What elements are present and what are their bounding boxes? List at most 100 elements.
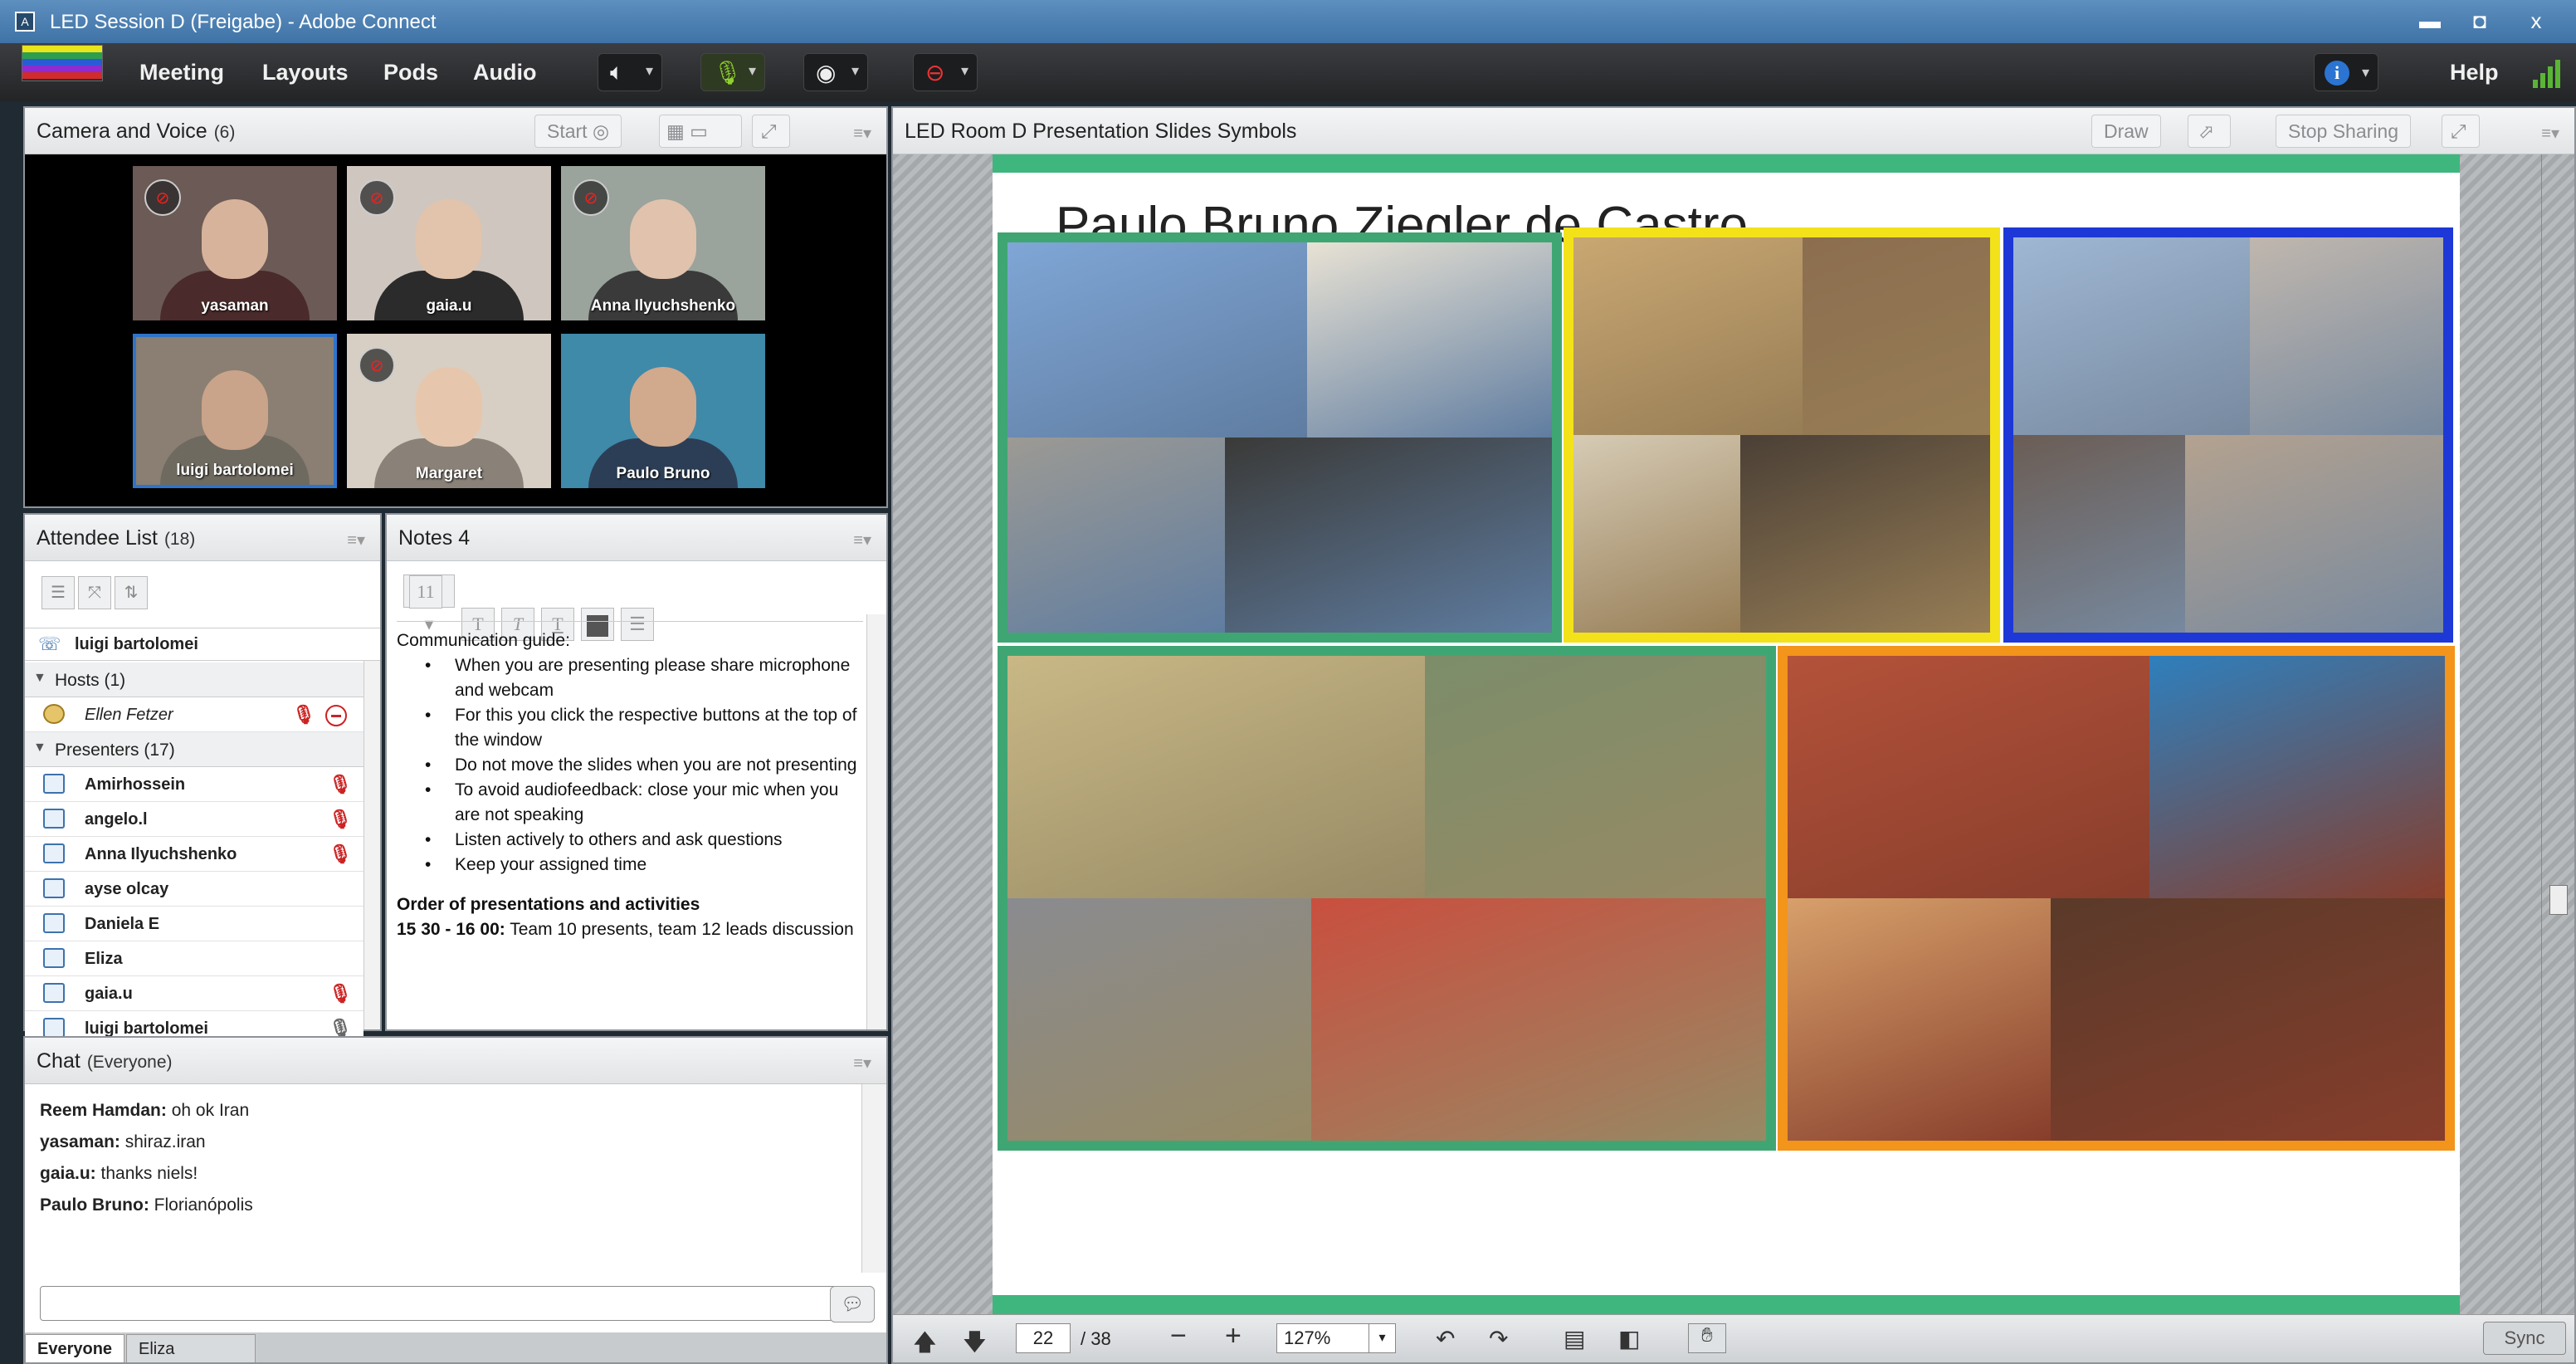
share-pod: LED Room D Presentation Slides Symbols D… — [891, 106, 2576, 1364]
person-face — [202, 199, 268, 279]
info-button[interactable]: i ▾ — [2314, 53, 2378, 91]
attendee-scrollbar[interactable] — [363, 661, 380, 1029]
zoom-in-button[interactable]: + — [1225, 1320, 1242, 1352]
order-heading: Order of presentations and activities — [397, 895, 700, 914]
adobe-connect-logo — [22, 45, 103, 81]
presenter-icon — [43, 809, 65, 829]
redo-icon: ↷ — [1489, 1326, 1509, 1352]
hosts-group-header[interactable]: ▼ Hosts (1) — [25, 662, 363, 697]
attendee-row[interactable]: angelo.l 🎙︎ — [25, 802, 363, 837]
menu-help[interactable]: Help — [2450, 60, 2499, 86]
hand-tool-button[interactable]: ✋︎ — [1688, 1323, 1726, 1353]
fullscreen-button[interactable]: ⤢ — [752, 115, 790, 148]
photo — [1225, 438, 1552, 633]
stop-sharing-button[interactable]: Stop Sharing — [2276, 115, 2411, 148]
chat-tab-eliza[interactable]: Eliza — [126, 1334, 256, 1362]
attendee-row[interactable]: Anna Ilyuchshenko 🎙︎ — [25, 837, 363, 872]
chat-text: thanks niels! — [100, 1164, 198, 1183]
pod-header: Attendee List (18) ≡▾ — [25, 515, 380, 561]
video-tile[interactable]: Paulo Bruno — [561, 334, 765, 488]
attendee-row[interactable]: ayse olcay — [25, 872, 363, 907]
chat-scrollbar[interactable] — [861, 1084, 886, 1273]
attendee-row[interactable]: Eliza — [25, 941, 363, 976]
video-tile[interactable]: ⊘ yasaman — [133, 166, 337, 320]
scroll-thumb[interactable] — [2549, 885, 2568, 915]
pod-options-menu[interactable]: ≡▾ — [2541, 123, 2559, 144]
attendee-row[interactable]: gaia.u 🎙︎ — [25, 976, 363, 1011]
pod-options-menu[interactable]: ≡▾ — [347, 530, 365, 550]
attendee-name: Daniela E — [85, 915, 160, 933]
undo-button[interactable]: ↶ — [1436, 1325, 1455, 1352]
sidebar-toggle-button[interactable]: ◧ — [1618, 1325, 1640, 1352]
pointer-icon: ⬀ — [2198, 120, 2215, 142]
pod-options-menu[interactable]: ≡▾ — [853, 123, 871, 144]
undo-icon: ↶ — [1436, 1326, 1456, 1352]
start-camera-button[interactable]: Start ◎ — [534, 115, 622, 148]
attendee-row[interactable]: Ellen Fetzer 🎙︎ — [25, 697, 363, 732]
notes-heading: Communication guide: — [397, 631, 570, 650]
next-slide-button[interactable]: 🡇 — [963, 1325, 987, 1364]
photo — [1007, 656, 1425, 898]
page-number-input[interactable]: 22 — [1016, 1323, 1071, 1353]
video-tile[interactable]: ⊘ Anna Ilyuchshenko — [561, 166, 765, 320]
notes-content[interactable]: Communication guide: When you are presen… — [397, 621, 863, 1024]
breakout-icon[interactable]: ⤧ — [78, 576, 111, 609]
presentation-controls: 🡅 🡇 22 / 38 − + 127% ▾ ↶ ↷ ▤ ◧ ✋︎ Sync — [893, 1314, 2574, 1362]
zoom-out-button[interactable]: − — [1170, 1320, 1187, 1352]
menu-audio[interactable]: Audio — [473, 60, 536, 86]
photo — [1424, 656, 1766, 898]
attendee-row[interactable]: Amirhossein 🎙︎ — [25, 767, 363, 802]
list-view-icon[interactable]: ☰ — [41, 576, 75, 609]
photo — [1310, 898, 1766, 1141]
video-tile[interactable]: ⊘ Margaret — [347, 334, 551, 488]
presenter-icon — [43, 948, 65, 968]
group-label: Presenters (17) — [55, 741, 175, 760]
microphone-button[interactable]: 🎙︎ ▾ — [700, 53, 765, 91]
zoom-select[interactable]: 127% ▾ — [1276, 1323, 1396, 1353]
pod-options-menu[interactable]: ≡▾ — [853, 1053, 871, 1073]
photo-collage — [998, 232, 1562, 643]
redo-button[interactable]: ↷ — [1489, 1325, 1508, 1352]
status-button[interactable]: ⊖ ▾ — [913, 53, 978, 91]
notes-scrollbar[interactable] — [866, 614, 886, 1029]
close-button[interactable]: x — [2518, 8, 2554, 35]
arrow-up-icon: 🡅 — [913, 1329, 937, 1355]
restore-button[interactable]: ◘ — [2461, 8, 2498, 35]
chat-input[interactable] — [40, 1286, 842, 1321]
chat-tab-everyone[interactable]: Everyone — [25, 1334, 125, 1362]
previous-slide-button[interactable]: 🡅 — [913, 1325, 937, 1364]
attendee-name: gaia.u — [85, 985, 133, 1003]
attendee-row[interactable]: Daniela E — [25, 907, 363, 941]
menu-pods[interactable]: Pods — [383, 60, 438, 86]
presenter-icon — [43, 843, 65, 863]
menu-meeting[interactable]: Meeting — [139, 60, 224, 86]
sync-button[interactable]: Sync — [2483, 1322, 2566, 1355]
pod-options-menu[interactable]: ≡▾ — [853, 530, 871, 550]
webcam-button[interactable]: ◉ ▾ — [803, 53, 868, 91]
menu-layouts[interactable]: Layouts — [262, 60, 349, 86]
slide-scrollbar[interactable] — [2541, 154, 2574, 1314]
speaker-button[interactable]: 🔈︎ ▾ — [598, 53, 662, 91]
chat-tabs: Everyone Eliza — [25, 1332, 886, 1362]
video-tile[interactable]: luigi bartolomei — [133, 334, 337, 488]
draw-button[interactable]: Draw — [2091, 115, 2161, 148]
chat-message: Paulo Bruno: Florianópolis — [40, 1195, 846, 1215]
minimize-button[interactable]: ▬ — [2412, 8, 2448, 35]
layout-toggle-button[interactable]: ▦ ▭ — [659, 115, 742, 148]
document-button[interactable]: ▤ — [1564, 1325, 1585, 1352]
pointer-button[interactable]: ⬀ — [2188, 115, 2231, 148]
person-face — [416, 199, 482, 279]
fullscreen-button[interactable]: ⤢ — [2442, 115, 2480, 148]
chat-sender: Paulo Bruno: — [40, 1195, 149, 1215]
font-size-select[interactable]: 11 ▾ — [403, 574, 455, 634]
microphone-muted-icon: ⊘ — [573, 179, 609, 216]
send-message-button[interactable]: 💬︎ — [830, 1286, 875, 1322]
microphone-muted-icon: 🎙︎ — [329, 809, 352, 829]
sort-icon[interactable]: ⇅ — [115, 576, 148, 609]
presenters-group-header[interactable]: ▼ Presenters (17) — [25, 732, 363, 767]
pod-header: Chat (Everyone) ≡▾ — [25, 1038, 886, 1084]
fullscreen-icon: ⤢ — [2451, 120, 2466, 142]
photo-collage — [2003, 227, 2453, 643]
video-tile[interactable]: ⊘ gaia.u — [347, 166, 551, 320]
collapse-triangle-icon: ▼ — [33, 671, 46, 685]
